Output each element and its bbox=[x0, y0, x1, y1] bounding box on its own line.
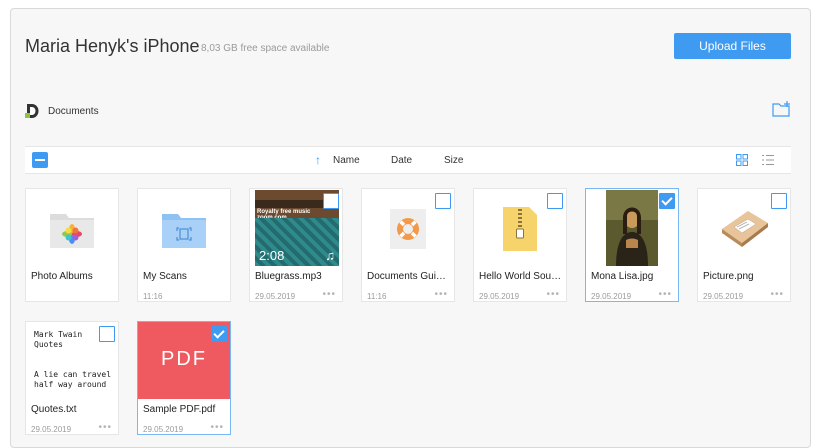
file-meta: 11:16 bbox=[367, 292, 387, 301]
more-options-icon[interactable]: ••• bbox=[434, 289, 448, 300]
file-checkbox[interactable] bbox=[435, 193, 451, 209]
more-options-icon[interactable]: ••• bbox=[546, 289, 560, 300]
device-name: Maria Henyk's iPhone bbox=[25, 36, 200, 56]
file-meta: 29.05.2019 bbox=[479, 292, 520, 301]
file-card[interactable]: Mark Twain Quotes A lie can travel half … bbox=[25, 321, 119, 435]
file-card[interactable]: My Scans 11:16 bbox=[137, 188, 231, 302]
file-name: Hello World Sour… bbox=[479, 271, 563, 282]
file-name: Picture.png bbox=[703, 271, 754, 282]
file-meta: 29.05.2019 bbox=[31, 425, 72, 434]
preview-body: A lie can travel half way around bbox=[34, 370, 112, 389]
more-options-icon[interactable]: ••• bbox=[770, 289, 784, 300]
file-name: Bluegrass.mp3 bbox=[255, 271, 322, 282]
column-size[interactable]: Size bbox=[444, 155, 463, 166]
free-space-label: 8,03 GB free space available bbox=[201, 43, 330, 54]
file-name: My Scans bbox=[143, 271, 187, 282]
file-checkbox[interactable] bbox=[659, 193, 675, 209]
file-card[interactable]: PDF Sample PDF.pdf 29.05.2019 ••• bbox=[137, 321, 231, 435]
file-thumbnail bbox=[26, 189, 118, 266]
file-checkbox[interactable] bbox=[211, 326, 227, 342]
sort-ascending-icon[interactable]: ↑ bbox=[315, 154, 321, 166]
file-name: Documents Guid… bbox=[367, 271, 451, 282]
list-toolbar: ↑ Name Date Size bbox=[25, 146, 791, 174]
file-name: Sample PDF.pdf bbox=[143, 404, 216, 415]
pdf-label: PDF bbox=[161, 348, 207, 370]
audio-duration: 2:08 bbox=[259, 248, 285, 263]
file-meta: 29.05.2019 bbox=[143, 425, 184, 434]
file-meta: 29.05.2019 bbox=[591, 292, 632, 301]
column-date[interactable]: Date bbox=[391, 155, 412, 166]
more-options-icon[interactable]: ••• bbox=[98, 422, 112, 433]
file-meta: 29.05.2019 bbox=[703, 292, 744, 301]
more-options-icon[interactable]: ••• bbox=[658, 289, 672, 300]
list-view-icon[interactable] bbox=[762, 154, 774, 166]
file-meta: 29.05.2019 bbox=[255, 292, 296, 301]
grid-view-icon[interactable] bbox=[736, 154, 748, 166]
file-checkbox[interactable] bbox=[771, 193, 787, 209]
photos-folder-icon bbox=[50, 214, 94, 248]
file-name: Quotes.txt bbox=[31, 404, 77, 415]
file-card[interactable]: Royalty free music zoom.com 2:08 ♫ Blueg… bbox=[249, 188, 343, 302]
zip-archive-icon bbox=[503, 207, 537, 251]
file-name: Mona Lisa.jpg bbox=[591, 271, 654, 282]
more-options-icon[interactable]: ••• bbox=[322, 289, 336, 300]
file-card[interactable]: Photo Albums bbox=[25, 188, 119, 302]
music-note-icon: ♫ bbox=[325, 248, 335, 263]
file-meta: 11:16 bbox=[143, 292, 163, 301]
new-folder-icon[interactable] bbox=[772, 101, 792, 117]
file-thumbnail bbox=[138, 189, 230, 266]
file-name: Photo Albums bbox=[31, 271, 93, 282]
column-name[interactable]: Name bbox=[333, 155, 360, 166]
file-checkbox[interactable] bbox=[547, 193, 563, 209]
file-checkbox[interactable] bbox=[99, 326, 115, 342]
file-card[interactable]: Hello World Sour… 29.05.2019 ••• bbox=[473, 188, 567, 302]
upload-files-button[interactable]: Upload Files bbox=[674, 33, 791, 59]
file-card[interactable]: Documents Guid… 11:16 ••• bbox=[361, 188, 455, 302]
more-options-icon[interactable]: ••• bbox=[210, 422, 224, 433]
file-card[interactable]: Picture.png 29.05.2019 ••• bbox=[697, 188, 791, 302]
select-all-checkbox[interactable] bbox=[32, 152, 48, 168]
preview-title: Mark Twain Quotes bbox=[34, 330, 83, 349]
scans-folder-icon bbox=[162, 214, 206, 248]
lifebuoy-icon bbox=[390, 209, 426, 249]
breadcrumb[interactable]: Documents bbox=[48, 106, 99, 117]
documents-logo-icon bbox=[25, 104, 39, 118]
file-card[interactable]: Mona Lisa.jpg 29.05.2019 ••• bbox=[585, 188, 679, 302]
file-checkbox[interactable] bbox=[323, 193, 339, 209]
